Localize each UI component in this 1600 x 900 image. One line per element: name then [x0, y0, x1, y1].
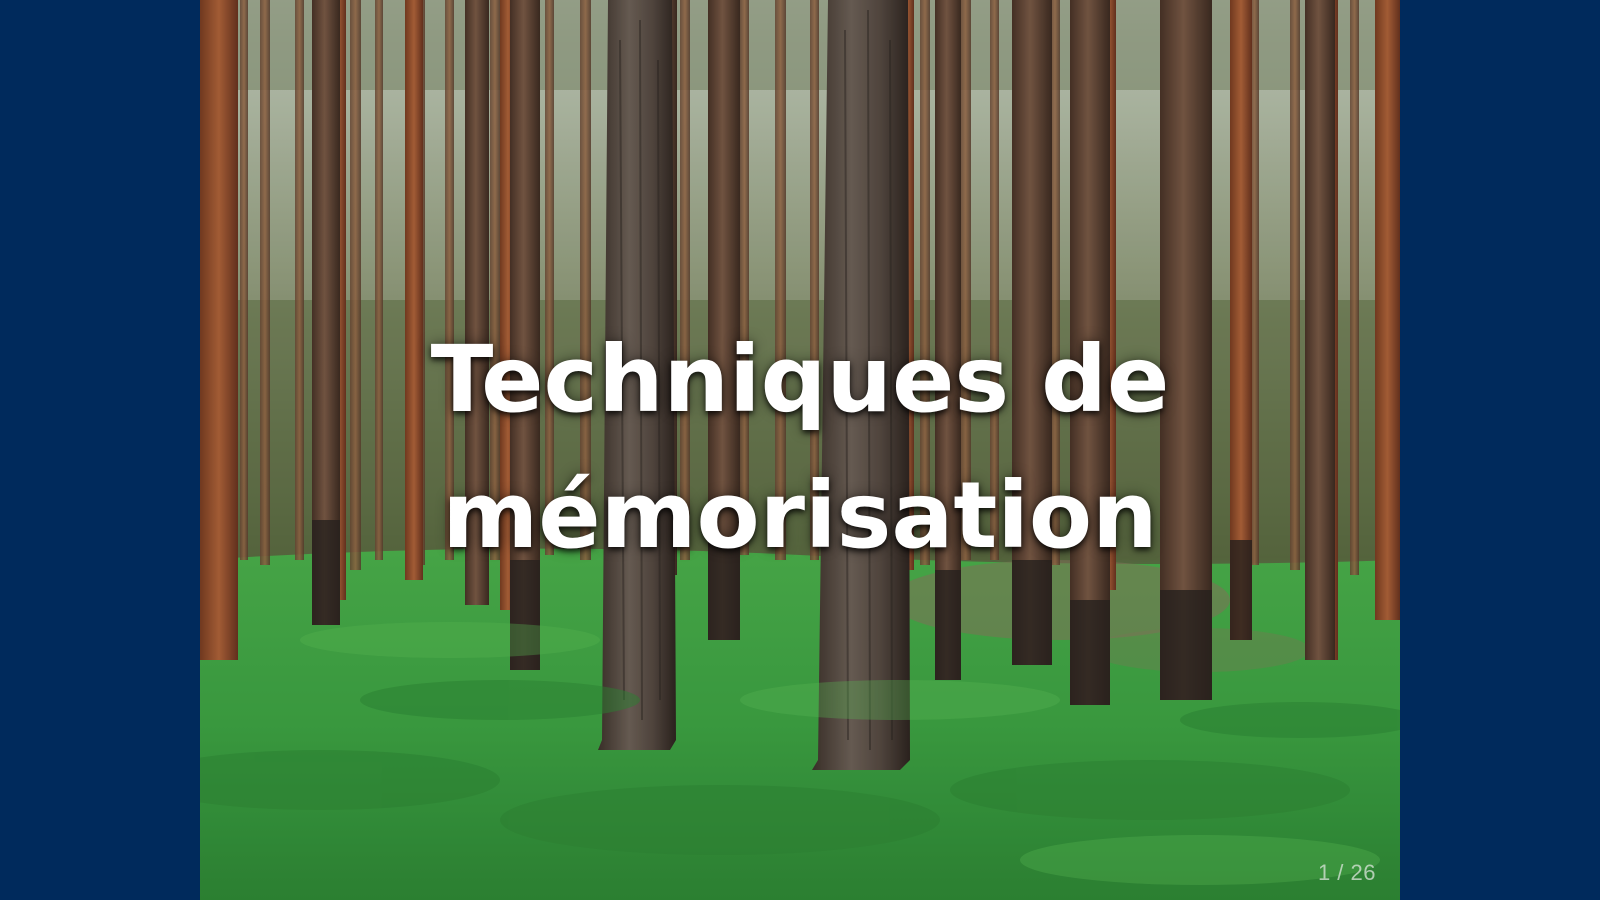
slide-counter: 1 / 26 [1317, 860, 1376, 885]
slide-title: Techniques de mémorisation [200, 312, 1400, 584]
slide[interactable]: Techniques de mémorisation 1 / 26 [200, 0, 1400, 900]
presentation-viewport: Techniques de mémorisation 1 / 26 [0, 0, 1600, 900]
slide-title-line-1: Techniques de [430, 326, 1170, 433]
slide-title-line-2: mémorisation [442, 462, 1158, 569]
